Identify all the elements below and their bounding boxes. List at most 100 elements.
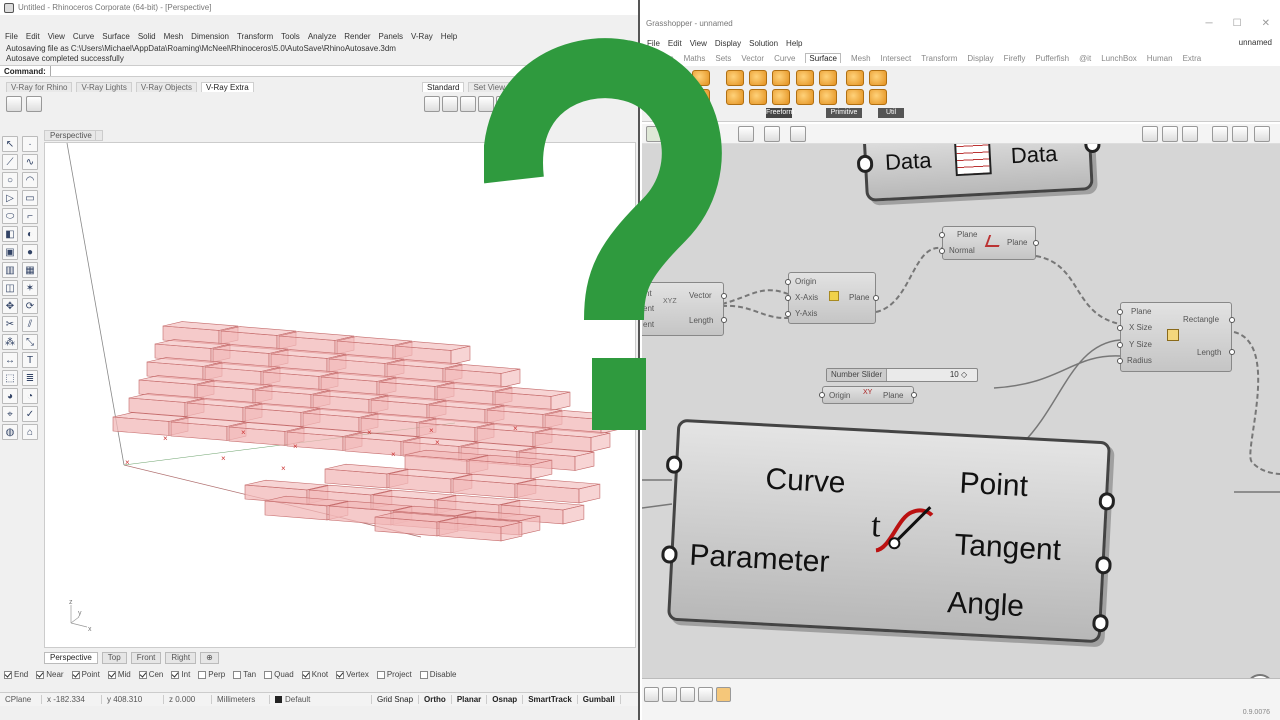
save-icon[interactable] — [460, 96, 476, 112]
osnap-tan[interactable]: Tan — [233, 670, 256, 679]
input-port[interactable] — [819, 392, 825, 398]
box-icon[interactable] — [796, 70, 814, 86]
layer-icon[interactable]: ≣ — [22, 370, 38, 386]
ellipse-icon[interactable]: ⬭ — [2, 208, 18, 224]
extrude-icon[interactable] — [772, 70, 790, 86]
evaluate-curve-component[interactable]: Curve Parameter Point Tangent Angle t — [661, 418, 1116, 644]
slider-value[interactable]: 10 ◇ — [887, 369, 977, 381]
minimize-icon[interactable]: ─ — [1206, 18, 1213, 29]
input-port[interactable] — [1117, 325, 1123, 331]
explode-icon[interactable]: ✶ — [22, 280, 38, 296]
osnap-vertex[interactable]: Vertex — [336, 670, 369, 679]
construct-plane-component[interactable]: Origin X-Axis Y-Axis Plane — [785, 272, 879, 324]
close-icon[interactable]: ✕ — [1262, 18, 1270, 29]
output-port[interactable] — [721, 293, 727, 299]
osnap-quad[interactable]: Quad — [264, 670, 294, 679]
rhino-menu-surface[interactable]: Surface — [102, 32, 130, 41]
transform-icon[interactable]: ✥ — [2, 298, 18, 314]
osnap-disable[interactable]: Disable — [419, 670, 456, 679]
input-port[interactable] — [856, 154, 874, 174]
checkbox-icon[interactable] — [336, 670, 345, 679]
preview-icon[interactable] — [1142, 126, 1158, 142]
gh-tab-maths[interactable]: Maths — [684, 54, 706, 63]
input-port[interactable] — [1117, 309, 1123, 315]
group-icon[interactable] — [716, 687, 731, 702]
osnap-int[interactable]: Int — [171, 670, 190, 679]
analyze-icon[interactable]: ⌖ — [2, 406, 18, 422]
command-input[interactable] — [49, 66, 638, 76]
rhino-menu-file[interactable]: File — [5, 32, 18, 41]
rhino-menu-help[interactable]: Help — [441, 32, 457, 41]
gh-tab-vector[interactable]: Vector — [741, 54, 764, 63]
maximize-icon[interactable]: ☐ — [1233, 18, 1242, 29]
rhino-menu-vray[interactable]: V-Ray — [411, 32, 433, 41]
component-icon[interactable] — [646, 70, 664, 86]
revolve-icon[interactable]: ◐ — [22, 226, 38, 242]
vp-tab-right[interactable]: Right — [165, 652, 197, 664]
osnap-project[interactable]: Project — [376, 670, 412, 679]
vp-tab-top[interactable]: Top — [101, 652, 127, 664]
gh-menu-solution[interactable]: Solution — [749, 39, 778, 48]
grid-snap-button[interactable]: Grid Snap — [372, 695, 420, 704]
gh-tab-surface[interactable]: Surface — [805, 53, 841, 63]
group-icon[interactable]: ⬚ — [2, 370, 18, 386]
output-port[interactable] — [1229, 317, 1235, 323]
eye-icon[interactable] — [764, 126, 780, 142]
vray-options-icon[interactable] — [6, 96, 22, 112]
checkbox-icon[interactable] — [198, 670, 207, 679]
rhino-menu-transform[interactable]: Transform — [237, 32, 273, 41]
gumball-button[interactable]: Gumball — [578, 695, 621, 704]
scale-icon[interactable]: ⤡ — [22, 334, 38, 350]
revolve-icon[interactable] — [726, 89, 744, 105]
rhino-menu-panels[interactable]: Panels — [379, 32, 403, 41]
component-icon[interactable] — [692, 89, 710, 105]
tab-vray-lights[interactable]: V-Ray Lights — [76, 82, 132, 92]
checkbox-icon[interactable] — [419, 670, 428, 679]
boolean-icon[interactable]: ◫ — [2, 280, 18, 296]
loft-icon[interactable] — [726, 70, 744, 86]
number-slider[interactable]: Number Slider 10 ◇ — [826, 368, 979, 382]
fillet-icon[interactable]: ⌐ — [22, 208, 38, 224]
tab-vray-for-rhino[interactable]: V-Ray for Rhino — [6, 82, 73, 92]
vp-tab-perspective[interactable]: Perspective — [44, 652, 98, 664]
gh-tab-pufferfish[interactable]: Pufferfish — [1035, 54, 1069, 63]
checkbox-icon[interactable] — [376, 670, 385, 679]
rhino-menu-mesh[interactable]: Mesh — [164, 32, 184, 41]
viewport-menu-arrow-icon[interactable] — [95, 130, 103, 141]
gh-tab-display[interactable]: Display — [967, 54, 993, 63]
checkbox-icon[interactable] — [301, 670, 310, 679]
hide-icon[interactable]: ◍ — [2, 424, 18, 440]
add-viewport-icon[interactable]: ⊕ — [200, 652, 219, 664]
input-port[interactable] — [785, 295, 791, 301]
gh-tab-firefly[interactable]: Firefly — [1004, 54, 1026, 63]
material-preview-icon[interactable] — [1232, 126, 1248, 142]
checkbox-icon[interactable] — [71, 670, 80, 679]
lock-icon[interactable]: ⌂ — [22, 424, 38, 440]
rhino-menu-analyze[interactable]: Analyze — [308, 32, 336, 41]
import-icon[interactable] — [496, 96, 512, 112]
rectangle-icon[interactable]: ▭ — [22, 190, 38, 206]
input-port[interactable] — [1117, 358, 1123, 364]
gh-tab-curve[interactable]: Curve — [774, 54, 795, 63]
rhino-menu-dimension[interactable]: Dimension — [191, 32, 229, 41]
wire-faint-icon[interactable] — [680, 687, 695, 702]
gh-tab-intersect[interactable]: Intersect — [881, 54, 912, 63]
network-surface-icon[interactable] — [772, 89, 790, 105]
cone-icon[interactable] — [796, 89, 814, 105]
perspective-viewport[interactable]: × × × × × × × × × × × z y x — [44, 142, 636, 648]
gh-tab-sets[interactable]: Sets — [715, 54, 731, 63]
text-icon[interactable]: T — [22, 352, 38, 368]
planar-button[interactable]: Planar — [452, 695, 488, 704]
material-icon[interactable]: ◔ — [22, 388, 38, 404]
zoom-icon[interactable] — [738, 126, 754, 142]
status-units[interactable]: Millimeters — [212, 695, 270, 704]
rhino-menu-tools[interactable]: Tools — [281, 32, 300, 41]
curve-input-port[interactable] — [665, 455, 683, 475]
box-icon[interactable]: ▣ — [2, 244, 18, 260]
input-port[interactable] — [939, 232, 945, 238]
rhino-menu-curve[interactable]: Curve — [73, 32, 94, 41]
sweep-icon[interactable] — [749, 70, 767, 86]
gh-menu-edit[interactable]: Edit — [668, 39, 682, 48]
gh-tab--it[interactable]: @it — [1079, 54, 1091, 63]
vp-tab-front[interactable]: Front — [130, 652, 162, 664]
